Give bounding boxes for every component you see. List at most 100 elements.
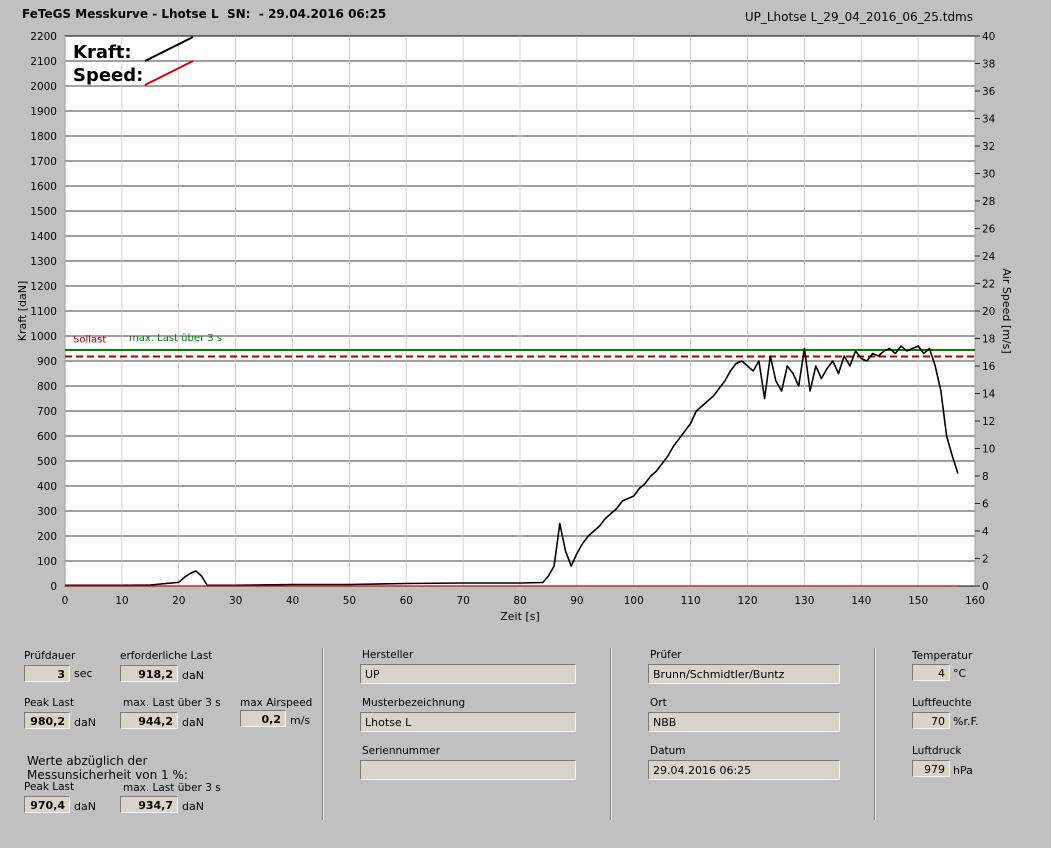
y-tick-label: 0 (50, 581, 57, 593)
luftdruck-label: Luftdruck (912, 745, 962, 757)
x-tick-label: 30 (229, 595, 242, 607)
separator-3 (874, 648, 876, 820)
y-tick-label: 1900 (30, 106, 57, 118)
ort-label: Ort (650, 697, 667, 709)
pruefer-field[interactable]: Brunn/Schmidtler/Buntz (648, 664, 840, 684)
x-tick-label: 0 (62, 595, 69, 607)
pruefer-label: Prüfer (650, 649, 682, 661)
pruefdauer-value: 3 (24, 665, 70, 682)
y2-tick-label: 4 (982, 526, 989, 538)
y2-tick-label: 6 (982, 499, 989, 511)
hersteller-field[interactable]: UP (360, 664, 576, 684)
max-last-label: max. Last über 3 s (129, 333, 222, 344)
y2-axis-label: Air Speed [m/s] (1000, 268, 1013, 353)
max-last-corr-unit: daN (182, 800, 204, 813)
x-tick-label: 160 (965, 595, 985, 607)
peak-last-label: Peak Last (24, 697, 75, 709)
max-last-label: max. Last über 3 s (123, 697, 221, 709)
y2-tick-label: 30 (982, 169, 995, 181)
erforderliche-last-unit: daN (182, 669, 204, 682)
y-tick-label: 2100 (30, 56, 57, 68)
werte-text-1: Werte abzüglich der (27, 754, 148, 768)
erforderliche-last-value: 918,2 (120, 665, 178, 682)
luftfeuchte-value[interactable]: 70 (912, 712, 950, 729)
x-tick-label: 80 (513, 595, 526, 607)
y-tick-label: 1600 (30, 181, 57, 193)
temperatur-value[interactable]: 4 (912, 664, 950, 681)
musterbezeichnung-label: Musterbezeichnung (362, 697, 466, 709)
pruefdauer-unit: sec (74, 667, 93, 680)
y2-tick-label: 16 (982, 361, 996, 373)
max-airspeed-value: 0,2 (240, 710, 286, 727)
y2-tick-label: 28 (982, 196, 995, 208)
seriennummer-field[interactable] (360, 760, 576, 780)
x-tick-label: 110 (681, 595, 701, 607)
luftdruck-unit: hPa (953, 764, 973, 777)
peak-last-value: 980,2 (24, 712, 70, 729)
y2-tick-label: 10 (982, 444, 995, 456)
y2-tick-label: 32 (982, 141, 995, 153)
max-last-corr-label: max. Last über 3 s (123, 782, 221, 794)
y-tick-label: 1800 (30, 131, 57, 143)
x-tick-label: 10 (115, 595, 128, 607)
datum-label: Datum (650, 745, 686, 757)
x-tick-label: 90 (570, 595, 583, 607)
y-tick-label: 1400 (30, 231, 57, 243)
peak-last-unit: daN (74, 716, 96, 729)
x-tick-label: 130 (794, 595, 814, 607)
separator-1 (322, 648, 324, 820)
x-tick-label: 60 (400, 595, 413, 607)
y-tick-label: 2200 (30, 31, 57, 43)
y2-tick-label: 22 (982, 279, 995, 291)
y-tick-label: 700 (37, 406, 57, 418)
x-tick-label: 100 (624, 595, 644, 607)
y-tick-label: 2000 (30, 81, 57, 93)
y-tick-label: 1500 (30, 206, 57, 218)
max-last-unit: daN (182, 716, 204, 729)
peak-last-corr-value: 970,4 (24, 796, 70, 813)
pruefdauer-label: Prüfdauer (24, 650, 76, 662)
y2-tick-label: 12 (982, 416, 995, 428)
y-axis-label: Kraft [daN] (16, 281, 29, 342)
legend-speed-label: Speed: (73, 65, 143, 86)
sollast-label: Sollast (73, 334, 106, 345)
y2-tick-label: 0 (982, 581, 989, 593)
y2-tick-label: 38 (982, 59, 995, 71)
y-tick-label: 1200 (30, 281, 57, 293)
x-tick-label: 40 (286, 595, 299, 607)
y2-tick-label: 18 (982, 334, 995, 346)
luftdruck-value[interactable]: 979 (912, 760, 950, 777)
y-tick-label: 1300 (30, 256, 57, 268)
max-last-corr-value: 934,7 (120, 796, 178, 813)
max-airspeed-unit: m/s (290, 714, 311, 727)
ort-field[interactable]: NBB (648, 712, 840, 732)
y2-tick-label: 14 (982, 389, 996, 401)
peak-last-corr-unit: daN (74, 800, 96, 813)
y2-tick-label: 40 (982, 31, 995, 43)
y2-tick-label: 34 (982, 114, 996, 126)
x-tick-label: 70 (456, 595, 469, 607)
x-tick-label: 50 (343, 595, 356, 607)
force-chart: 0100200300400500600700800900100011001200… (16, 31, 1013, 623)
luftfeuchte-unit: %r.F. (953, 715, 979, 728)
y-tick-label: 1700 (30, 156, 57, 168)
y-tick-label: 1100 (30, 306, 57, 318)
max-airspeed-label: max Airspeed (240, 697, 313, 709)
datum-field[interactable]: 29.04.2016 06:25 (648, 760, 840, 780)
x-tick-label: 120 (737, 595, 757, 607)
y-tick-label: 400 (37, 481, 57, 493)
x-axis-label: Zeit [s] (500, 610, 539, 623)
erforderliche-last-label: erforderliche Last (120, 650, 213, 662)
temperatur-label: Temperatur (912, 650, 973, 662)
musterbezeichnung-field[interactable]: Lhotse L (360, 712, 576, 732)
y-tick-label: 100 (37, 556, 57, 568)
y-tick-label: 300 (37, 506, 57, 518)
y2-tick-label: 24 (982, 251, 996, 263)
y2-tick-label: 36 (982, 86, 996, 98)
y2-tick-label: 2 (982, 554, 989, 566)
legend-kraft-label: Kraft: (73, 42, 132, 63)
y-tick-label: 500 (37, 456, 57, 468)
separator-2 (610, 648, 612, 820)
y-tick-label: 200 (37, 531, 57, 543)
y2-tick-label: 26 (982, 224, 996, 236)
